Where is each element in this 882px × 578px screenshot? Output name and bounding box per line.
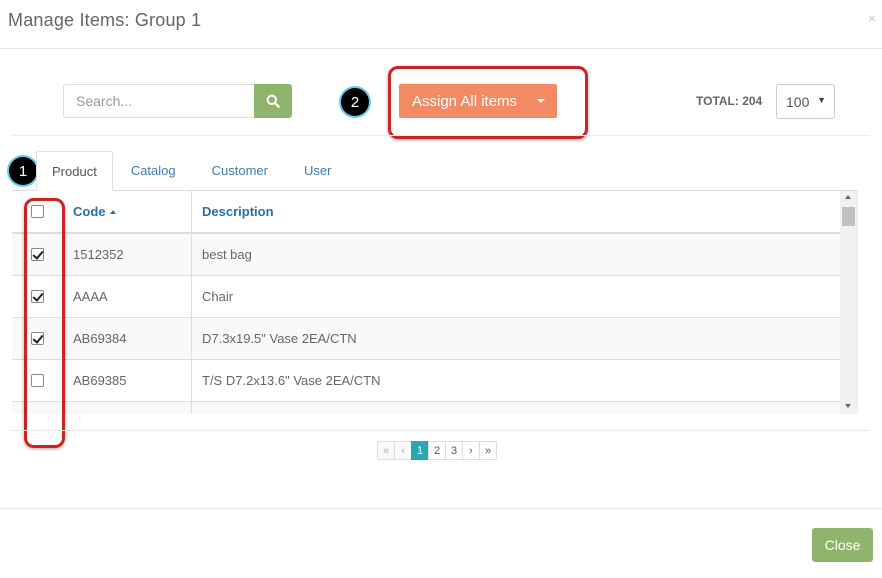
- last-page-button[interactable]: »: [479, 441, 497, 460]
- row-checkbox[interactable]: [30, 332, 44, 345]
- search-input[interactable]: [63, 84, 254, 118]
- cell-code: AB69384: [62, 318, 192, 359]
- cell-code: [62, 402, 192, 414]
- row-check-cell: [12, 318, 62, 359]
- grid-scrollbar[interactable]: [840, 191, 858, 414]
- sort-ascending-icon: [109, 210, 116, 214]
- table-row: AB69385 T/S D7.2x13.6" Vase 2EA/CTN: [12, 360, 840, 402]
- tab-bar: Product Catalog Customer User: [36, 151, 349, 191]
- dropdown-arrow-icon: ▼: [817, 95, 826, 105]
- row-check-cell: [12, 360, 62, 401]
- total-count: TOTAL: 204: [696, 94, 763, 108]
- row-check-cell: [12, 234, 62, 275]
- page-button-3[interactable]: 3: [445, 441, 463, 460]
- prev-page-button[interactable]: ‹: [394, 441, 412, 460]
- tab-catalog[interactable]: Catalog: [113, 151, 194, 191]
- cell-code: AB69385: [62, 360, 192, 401]
- first-page-button[interactable]: «: [377, 441, 395, 460]
- search-group: [63, 84, 292, 118]
- header-check-cell: [12, 191, 62, 232]
- divider: [12, 135, 870, 136]
- items-grid: Code Description 1512352 best bag AAAA C…: [12, 191, 858, 414]
- pagination: « ‹ 1 2 3 › »: [377, 441, 497, 460]
- search-icon: [266, 94, 280, 108]
- close-button[interactable]: Close: [812, 528, 873, 562]
- row-checkbox[interactable]: [30, 290, 44, 303]
- cell-code: 1512352: [62, 234, 192, 275]
- next-page-button[interactable]: ›: [462, 441, 480, 460]
- footer-divider: [0, 508, 882, 509]
- cell-description: best bag: [202, 247, 252, 262]
- grid-header-row: Code Description: [12, 191, 840, 234]
- row-check-cell: [12, 402, 62, 414]
- tab-customer[interactable]: Customer: [194, 151, 286, 191]
- cell-description: D7.3x19.5" Vase 2EA/CTN: [202, 331, 357, 346]
- select-all-checkbox[interactable]: [30, 205, 44, 218]
- page-size-select[interactable]: 100 ▼: [776, 84, 835, 119]
- divider: [12, 430, 870, 431]
- cell-description: T/S D7.2x13.6" Vase 2EA/CTN: [202, 373, 381, 388]
- page-button-2[interactable]: 2: [428, 441, 446, 460]
- scroll-up-arrow-icon[interactable]: [845, 195, 851, 199]
- table-row: [12, 402, 840, 414]
- cell-description: Chair: [202, 289, 234, 304]
- table-row: AAAA Chair: [12, 276, 840, 318]
- page-button-1[interactable]: 1: [411, 441, 429, 460]
- row-checkbox[interactable]: [30, 248, 44, 261]
- row-check-cell: [12, 276, 62, 317]
- table-row: 1512352 best bag: [12, 234, 840, 276]
- modal-header: Manage Items: Group 1 ×: [0, 0, 882, 49]
- scroll-thumb[interactable]: [842, 207, 855, 226]
- page-size-value: 100: [786, 94, 810, 110]
- row-checkbox[interactable]: [30, 374, 44, 387]
- tab-user[interactable]: User: [286, 151, 349, 191]
- modal-title: Manage Items: Group 1: [8, 10, 202, 30]
- table-row: AB69384 D7.3x19.5" Vase 2EA/CTN: [12, 318, 840, 360]
- close-icon[interactable]: ×: [868, 10, 876, 26]
- tab-product[interactable]: Product: [36, 151, 113, 191]
- assign-all-items-button[interactable]: Assign All items: [399, 84, 557, 118]
- column-header-description[interactable]: Description: [192, 191, 840, 232]
- callout-badge-2: 2: [341, 88, 369, 116]
- column-header-code-label: Code: [73, 204, 106, 219]
- callout-badge-1: 1: [9, 157, 37, 185]
- column-header-code[interactable]: Code: [62, 191, 192, 232]
- cell-code: AAAA: [62, 276, 192, 317]
- caret-down-icon: [537, 99, 545, 103]
- search-button[interactable]: [254, 84, 292, 118]
- cell-description: [192, 402, 840, 414]
- assign-all-items-label: Assign All items: [412, 92, 518, 110]
- scroll-down-arrow-icon[interactable]: [845, 404, 851, 408]
